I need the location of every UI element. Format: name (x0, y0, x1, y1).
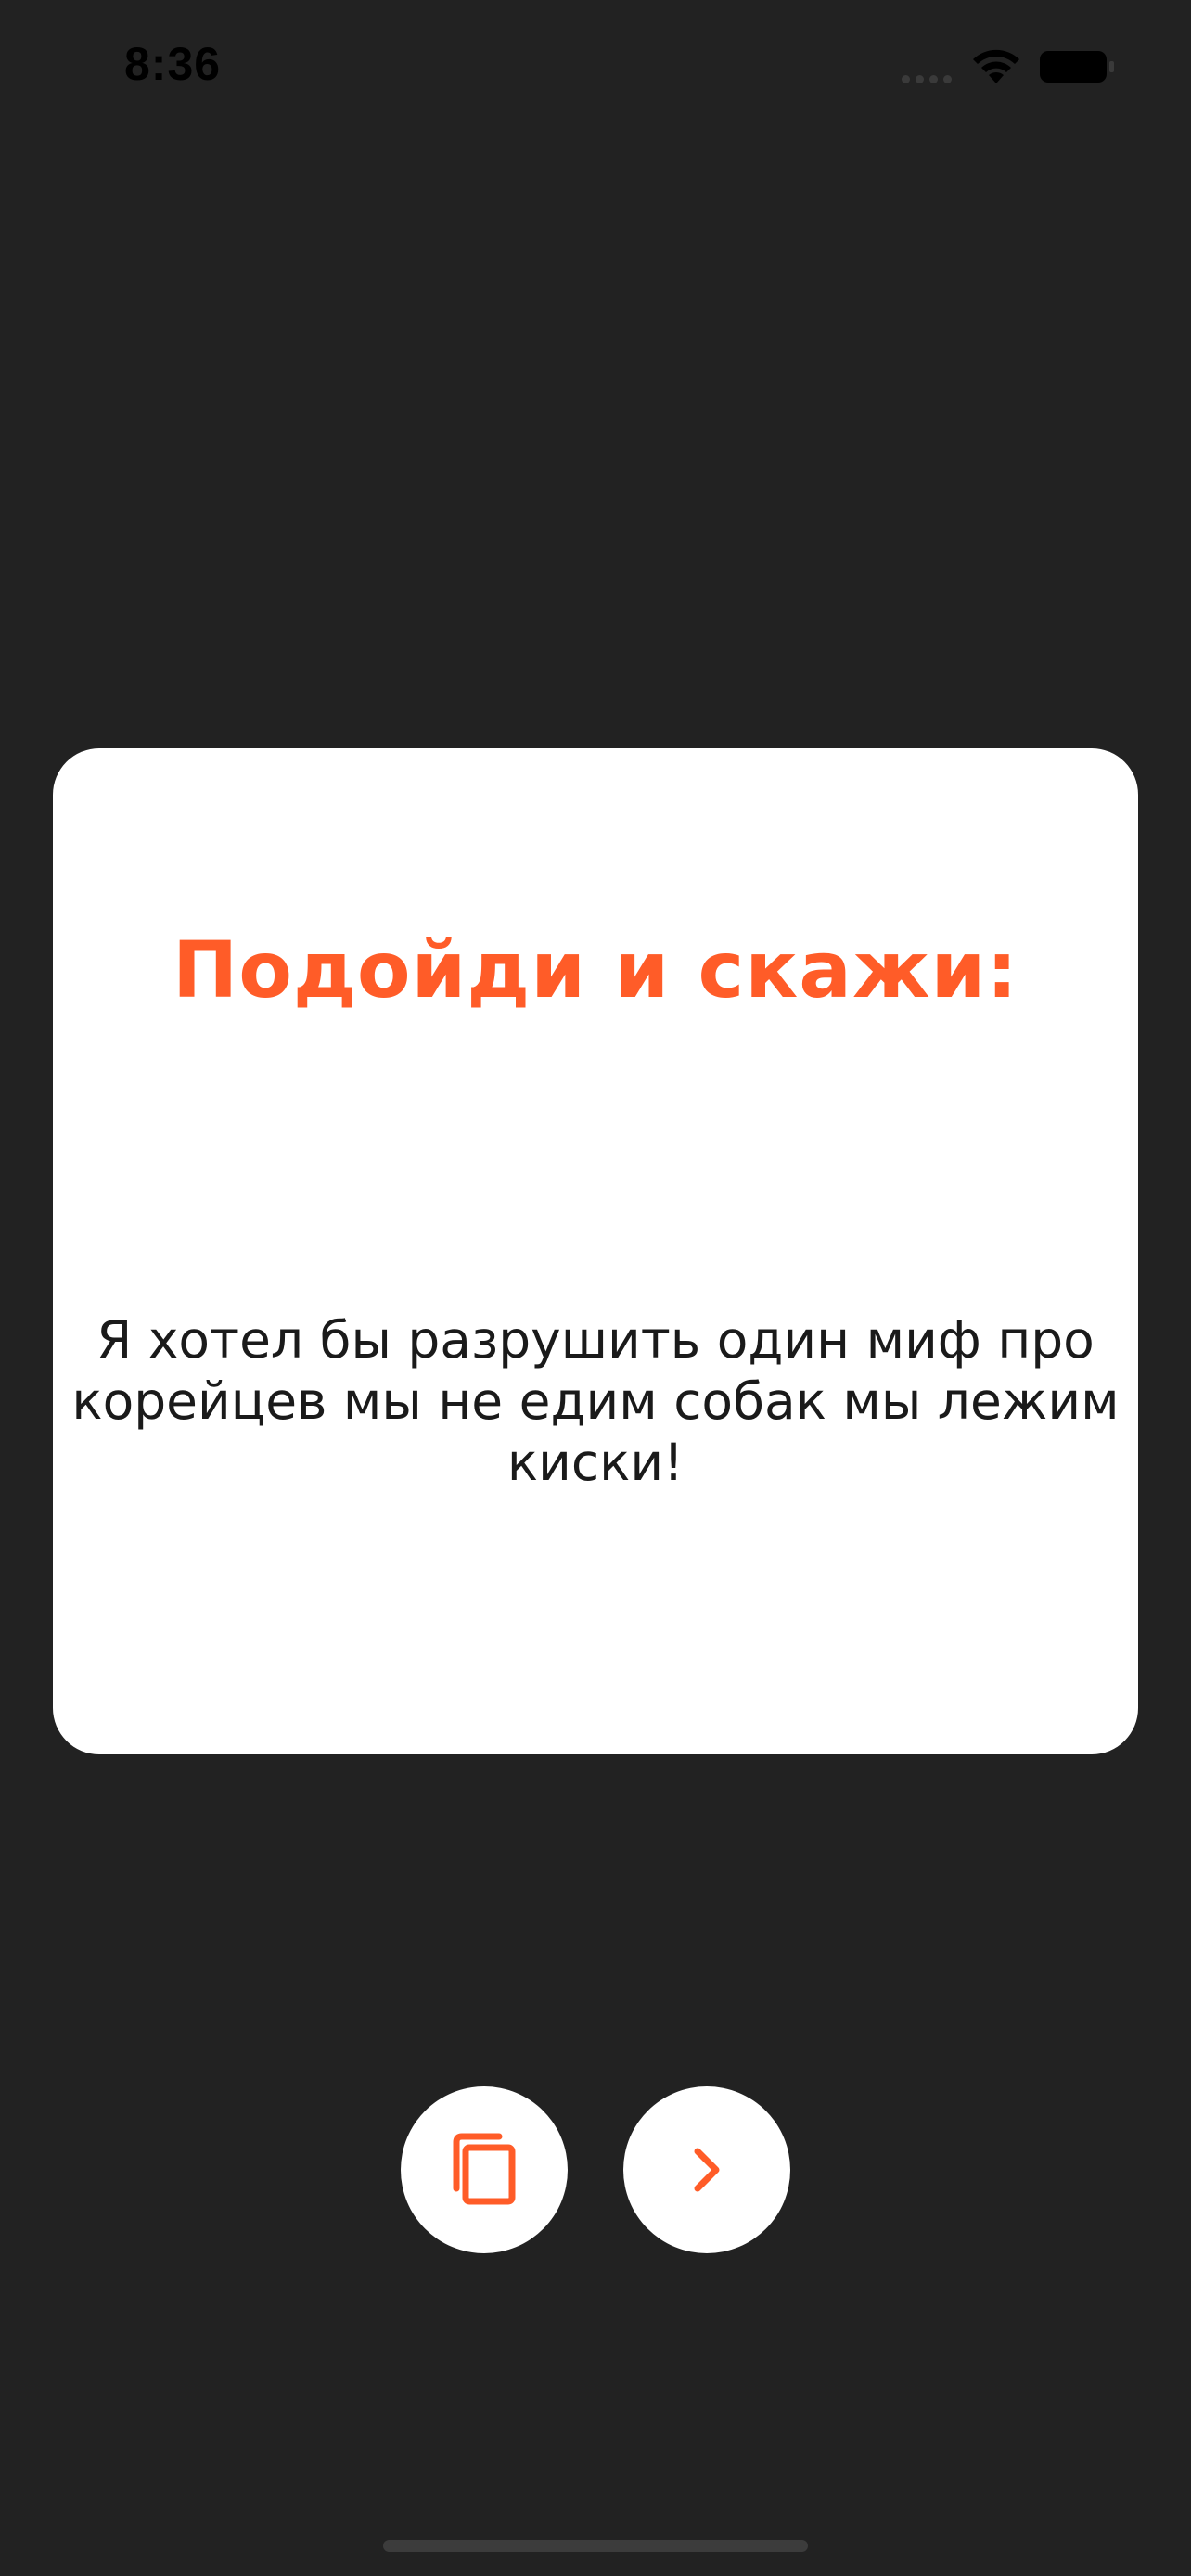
status-time: 8:36 (124, 38, 222, 90)
cellular-signal-icon (902, 72, 957, 83)
home-indicator[interactable] (383, 2540, 808, 2552)
copy-button[interactable] (401, 2086, 568, 2253)
prompt-card: Подойди и скажи: Я хотел бы разрушить од… (53, 748, 1138, 1754)
status-bar: 8:36 (0, 0, 1191, 130)
chevron-right-icon (694, 2148, 720, 2192)
copy-icon (453, 2133, 516, 2205)
battery-icon (1040, 51, 1114, 83)
screen: 8:36 Подойди и скажи: Я хотел бы разруши… (0, 0, 1191, 2576)
next-button[interactable] (623, 2086, 790, 2253)
card-message: Я хотел бы разрушить один миф про корейц… (71, 1310, 1120, 1492)
card-title: Подойди и скажи: (173, 925, 1018, 1015)
wifi-icon (973, 49, 1019, 83)
